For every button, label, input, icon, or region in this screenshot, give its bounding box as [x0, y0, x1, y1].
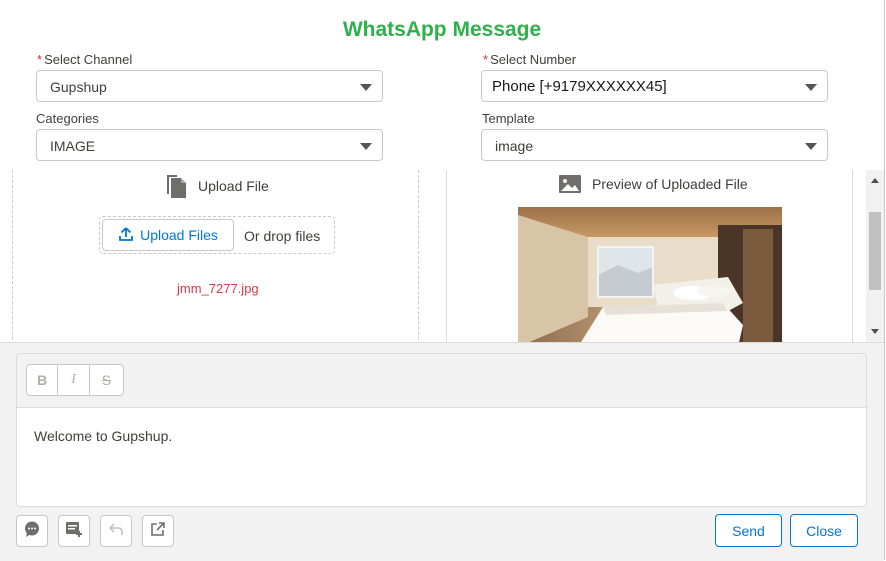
- message-text[interactable]: Welcome to Gupshup.: [34, 428, 172, 444]
- chevron-down-icon: [360, 84, 372, 91]
- scrollbar-thumb[interactable]: [869, 212, 881, 290]
- modal-title: WhatsApp Message: [342, 18, 542, 41]
- upload-file-heading: Upload File: [166, 174, 269, 198]
- categories-dropdown[interactable]: IMAGE: [36, 129, 383, 161]
- chat-icon: [23, 520, 41, 543]
- format-button-group: B I S: [26, 364, 124, 396]
- upload-files-button[interactable]: Upload Files: [102, 219, 234, 251]
- preview-heading-text: Preview of Uploaded File: [592, 176, 748, 192]
- required-mark: *: [483, 52, 489, 67]
- drop-files-text: Or drop files: [244, 228, 321, 244]
- add-note-button[interactable]: [58, 515, 90, 547]
- template-dropdown[interactable]: image: [481, 129, 828, 161]
- preview-panel: Preview of Uploaded File: [446, 170, 853, 342]
- whatsapp-message-modal: WhatsApp Message * Select Channel Gupshup…: [0, 0, 885, 561]
- image-icon: [558, 174, 582, 194]
- upload-panel: Upload File Upload Files Or drop files j…: [12, 170, 419, 342]
- preview-heading: Preview of Uploaded File: [558, 174, 748, 194]
- uploaded-filename: jmm_7277.jpg: [177, 281, 259, 296]
- add-note-icon: [65, 520, 83, 543]
- rich-text-editor[interactable]: B I S Welcome to Gupshup.: [16, 353, 867, 507]
- select-channel-label-text: Select Channel: [44, 52, 133, 67]
- select-channel-value: Gupshup: [50, 79, 107, 95]
- vertical-scrollbar[interactable]: [866, 170, 884, 342]
- open-external-icon: [150, 521, 166, 542]
- open-external-button[interactable]: [142, 515, 174, 547]
- chevron-down-icon: [360, 143, 372, 150]
- italic-button[interactable]: I: [58, 365, 90, 395]
- strikethrough-button[interactable]: S: [90, 365, 123, 395]
- chat-button[interactable]: [16, 515, 48, 547]
- uploaded-image-preview: [518, 207, 782, 342]
- chevron-down-icon: [805, 84, 817, 91]
- template-value: image: [495, 138, 534, 154]
- categories-value: IMAGE: [50, 138, 96, 154]
- scroll-up-arrow-icon[interactable]: [871, 178, 879, 183]
- select-channel-dropdown[interactable]: Gupshup: [36, 70, 383, 102]
- undo-icon: [108, 521, 124, 542]
- upload-preview-scroll-area[interactable]: Upload File Upload Files Or drop files j…: [0, 170, 866, 342]
- chevron-down-icon: [805, 143, 817, 150]
- document-icon: [166, 174, 188, 198]
- required-mark: *: [37, 52, 43, 67]
- upload-file-heading-text: Upload File: [198, 178, 269, 194]
- bold-button[interactable]: B: [27, 365, 59, 395]
- select-number-value: Phone [+9179XXXXXX45]: [492, 78, 667, 95]
- template-label: Template: [482, 111, 535, 126]
- close-button[interactable]: Close: [790, 514, 858, 547]
- editor-toolbar: B I S: [17, 354, 866, 408]
- select-number-label: * Select Number: [483, 52, 576, 67]
- select-number-label-text: Select Number: [490, 52, 577, 67]
- send-button[interactable]: Send: [715, 514, 782, 547]
- file-dropzone[interactable]: Upload Files Or drop files: [99, 216, 335, 254]
- upload-files-label: Upload Files: [140, 227, 218, 243]
- undo-button[interactable]: [100, 515, 132, 547]
- categories-label: Categories: [36, 111, 99, 126]
- upload-icon: [118, 226, 134, 245]
- select-number-dropdown[interactable]: Phone [+9179XXXXXX45]: [481, 70, 828, 102]
- select-channel-label: * Select Channel: [37, 52, 132, 67]
- scroll-down-arrow-icon[interactable]: [871, 329, 879, 334]
